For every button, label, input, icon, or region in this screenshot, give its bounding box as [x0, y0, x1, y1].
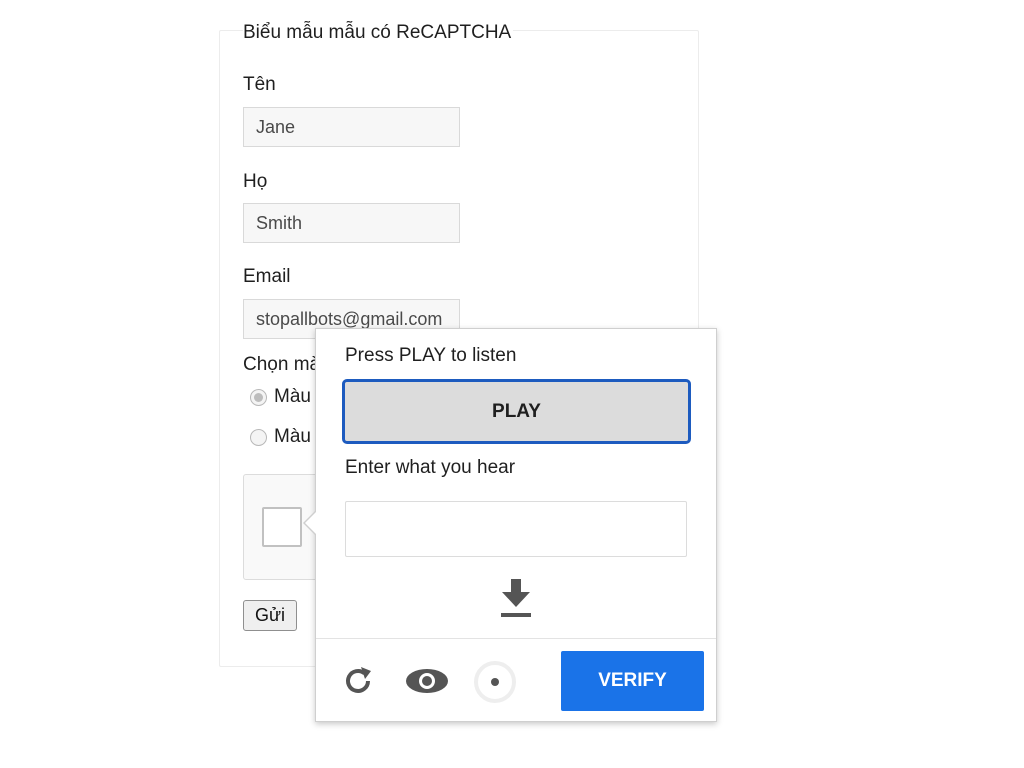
color-choice-label: Chọn mà: [243, 354, 321, 375]
audio-icon[interactable]: [473, 660, 517, 704]
footer-divider: [316, 638, 716, 639]
verify-button[interactable]: VERIFY: [561, 651, 704, 711]
play-button[interactable]: PLAY: [342, 379, 691, 444]
eye-icon[interactable]: [404, 666, 450, 696]
last-name-label: Họ: [243, 171, 268, 192]
last-name-input[interactable]: [243, 203, 460, 243]
email-label: Email: [243, 266, 291, 287]
color-option-1-radio[interactable]: [250, 388, 267, 406]
play-prompt: Press PLAY to listen: [345, 345, 517, 366]
audio-response-input[interactable]: [345, 501, 687, 557]
audio-challenge-popup: Press PLAY to listen PLAY Enter what you…: [303, 328, 717, 722]
recaptcha-checkbox[interactable]: [262, 507, 302, 547]
color-option-1[interactable]: Màu: [250, 385, 311, 409]
form-title: Biểu mẫu mẫu có ReCAPTCHA: [243, 22, 514, 44]
answer-prompt: Enter what you hear: [345, 457, 516, 478]
color-option-2[interactable]: Màu: [250, 425, 311, 449]
color-option-2-radio[interactable]: [250, 428, 267, 446]
color-option-2-label: Màu: [274, 426, 311, 447]
reload-icon[interactable]: [340, 663, 376, 699]
first-name-input[interactable]: [243, 107, 460, 147]
first-name-label: Tên: [243, 74, 276, 95]
download-icon[interactable]: [496, 577, 536, 621]
color-option-1-label: Màu: [274, 386, 311, 407]
submit-button[interactable]: Gửi: [243, 600, 297, 631]
